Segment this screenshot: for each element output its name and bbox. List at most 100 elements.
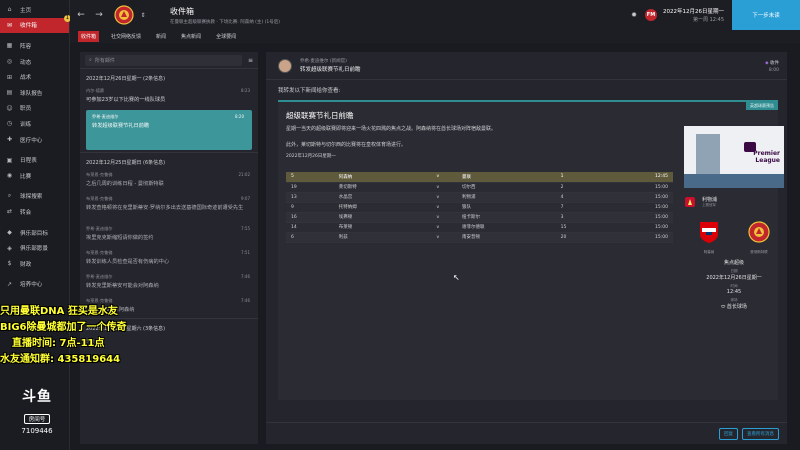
away-team: 利物浦 [457, 192, 556, 203]
message-time: 7:46 [241, 274, 250, 279]
message-subject: 可参加23岁以下比赛的一线队球员 [86, 97, 166, 103]
away-position: 7 [555, 202, 604, 213]
calendar-icon: ▣ [6, 156, 13, 164]
tab-inbox[interactable]: 收件箱 [78, 31, 100, 42]
featured-club-row[interactable]: 利物浦 上赛冠军 [684, 196, 784, 208]
finance-icon: $ [7, 260, 12, 268]
sidebar-item-scouting[interactable]: ⌕ 球探搜索 [0, 189, 69, 205]
report-icon: ▤ [6, 89, 13, 97]
sidebar-item-tactics[interactable]: ⊞ 战术 [0, 69, 69, 85]
club-switch-button[interactable]: ⇕ [136, 8, 150, 22]
sort-menu-icon[interactable]: ≡ [248, 57, 253, 64]
sidebar-item-club-vision[interactable]: ◈ 俱乐部愿景 [0, 240, 69, 256]
sidebar-item-transfers[interactable]: ⇄ 转会 [0, 204, 69, 220]
match-icon: ◉ [6, 172, 13, 180]
sidebar-item-calendar[interactable]: ▣ 日程表 [0, 152, 69, 168]
topbar-right: ✹ FM 2022年12月26日星期一 第一周 12:45 下一步未读 [631, 0, 800, 30]
message-time: 8:20 [235, 114, 244, 119]
table-row[interactable]: 16 埃弗顿 v 纽卡斯尔 3 15:00 [286, 212, 673, 223]
sidebar-item-label: 训练 [20, 121, 32, 128]
away-team[interactable]: 曼彻斯特联 [742, 220, 776, 255]
forward-button[interactable]: → [92, 8, 106, 22]
match-meta: 焦点超级 日期 2022年12月26日星期一 时间 12:45 球场 ⬭ 酋长球… [684, 259, 784, 310]
list-item[interactable]: 布莱恩·克鲁佛 转发训练人员检查是否有伤病的中心 7:51 [80, 246, 258, 270]
room-number: 7109446 [21, 427, 53, 435]
versus: v [418, 192, 458, 203]
search-input[interactable]: ⌕ 所有邮件 [85, 54, 242, 66]
view-all-messages-button[interactable]: 查看所有消息 [742, 427, 779, 440]
home-team: 水晶宫 [333, 192, 419, 203]
away-team-name: 曼彻斯特联 [750, 250, 768, 254]
tab-social-feedback[interactable]: 社交网络反馈 [108, 31, 144, 42]
home-team-name: 阿森纳 [703, 250, 715, 254]
forward-arrow-icon: → [95, 10, 103, 20]
away-position: 1 [555, 172, 604, 183]
man-utd-crest-icon [748, 221, 770, 243]
sidebar-item-inbox[interactable]: ✉ 收件箱 [0, 17, 69, 34]
club-crest-icon[interactable] [114, 5, 134, 25]
list-item[interactable]: 乔希·麦迪维尔 埃里克克斯缩短请你做的签约 7:55 [80, 222, 258, 246]
sidebar-item-medical[interactable]: ✚ 医疗中心 [0, 132, 69, 148]
message-sender: 布莱恩·克鲁佛 [86, 196, 113, 201]
sidebar-item-development[interactable]: ↗ 培养中心 [0, 277, 69, 293]
message-time: 7:51 [241, 250, 250, 255]
list-item[interactable]: 布莱恩·克鲁佛 之后几周的训练日程 - 曼彻斯特联 21:02 [80, 168, 258, 192]
stream-overlay: 只用曼联DNA 狂买是水友 BIG6除曼城都加了一个传奇 直播时间: 7点-11… [0, 304, 200, 368]
date-value: 2022年12月26日星期一 [706, 275, 762, 281]
message-time: 7:55 [241, 226, 250, 231]
tab-world-news[interactable]: 全球要闻 [213, 31, 239, 42]
news-card-title: 超级联赛节礼日前瞻 [286, 111, 354, 120]
medical-icon: ✚ [6, 136, 13, 144]
list-item[interactable]: 布莱恩·克鲁佛 转发查格顿将在克里斯蒂安·罗纳尔多出去送基德国际奇迹前遭受先生 … [80, 192, 258, 222]
versus: v [418, 232, 458, 243]
sidebar-item-label: 财政 [20, 261, 32, 268]
sidebar-item-dynamics[interactable]: ◎ 动态 [0, 54, 69, 70]
sidebar-item-staff[interactable]: ☺ 职员 [0, 101, 69, 117]
away-team: 狼队 [457, 202, 556, 213]
table-row[interactable]: 5 阿森纳 v 曼联 1 12:45 [286, 172, 673, 183]
reply-button[interactable]: 回复 [719, 427, 738, 440]
list-item-selected[interactable]: 乔希·麦迪维尔 转发超级联赛节礼日前瞻 8:20 [86, 110, 252, 150]
tab-focus-news[interactable]: 焦点新闻 [178, 31, 204, 42]
development-icon: ↗ [6, 280, 13, 288]
home-team: 布莱顿 [333, 222, 419, 233]
home-position: 5 [286, 172, 334, 183]
table-row[interactable]: 19 莱切斯特 v 切尔西 2 15:00 [286, 182, 673, 193]
sidebar: ⌂ 主页 ✉ 收件箱 ▦ 阵容 ◎ 动态 ⊞ 战术 ▤ 球队报告 ☺ 职员 ◷ 训练 ✚ 医疗中心… [0, 0, 71, 450]
home-position: 19 [286, 182, 334, 193]
kickoff-time: 15:00 [603, 202, 673, 213]
settings-icon[interactable]: ✹ [631, 11, 637, 19]
inbox-list: ⌕ 所有邮件 ≡ 2022年12月26日星期一 (2条信息) 内尔·德赛 可参加2… [80, 52, 258, 444]
continue-button[interactable]: 下一步未读 [732, 0, 800, 30]
message-sender: 乔希·麦迪维尔 [86, 274, 113, 279]
away-position: 20 [555, 232, 604, 243]
table-row[interactable]: 14 布莱顿 v 谢菲尔德联 15 15:00 [286, 222, 673, 233]
message-footer: 回复 查看所有消息 [266, 422, 787, 444]
tab-news[interactable]: 新闻 [153, 31, 169, 42]
message-sender: 乔希·麦迪维尔 [86, 226, 113, 231]
table-row[interactable]: 13 水晶宫 v 利物浦 4 15:00 [286, 192, 673, 203]
sidebar-item-squad[interactable]: ▦ 阵容 [0, 38, 69, 54]
home-team[interactable]: 阿森纳 [692, 220, 726, 255]
stadium-value[interactable]: ⬭ 酋长球场 [684, 303, 784, 310]
table-row[interactable]: 6 利兹 v 南安普顿 20 15:00 [286, 232, 673, 243]
kickoff-time: 15:00 [603, 182, 673, 193]
sidebar-item-training[interactable]: ◷ 训练 [0, 116, 69, 132]
home-icon: ⌂ [7, 6, 12, 14]
fm-logo-icon[interactable]: FM [645, 9, 657, 21]
sidebar-item-report[interactable]: ▤ 球队报告 [0, 85, 69, 101]
goals-icon: ◆ [7, 229, 12, 237]
sidebar-item-label: 俱乐部愿景 [20, 246, 48, 253]
sidebar-item-match[interactable]: ◉ 比赛 [0, 168, 69, 184]
list-item[interactable]: 内尔·德赛 可参加23岁以下比赛的一线队球员 8:23 [80, 84, 258, 108]
sidebar-item-label: 动态 [20, 59, 32, 66]
sidebar-item-home[interactable]: ⌂ 主页 [0, 2, 69, 18]
list-item[interactable]: 乔希·麦迪维尔 转发克里斯蒂安可能会对阿森纳 7:46 [80, 270, 258, 294]
sidebar-item-label: 主页 [20, 7, 32, 14]
message-status[interactable]: ◆ 收件 [765, 60, 779, 66]
sidebar-item-club-goals[interactable]: ◆ 俱乐部目标 [0, 225, 69, 241]
back-button[interactable]: ← [74, 8, 88, 22]
table-row[interactable]: 9 托特纳姆 v 狼队 7 15:00 [286, 202, 673, 213]
sidebar-item-label: 阵容 [20, 43, 32, 50]
sidebar-item-finance[interactable]: $ 财政 [0, 256, 69, 272]
